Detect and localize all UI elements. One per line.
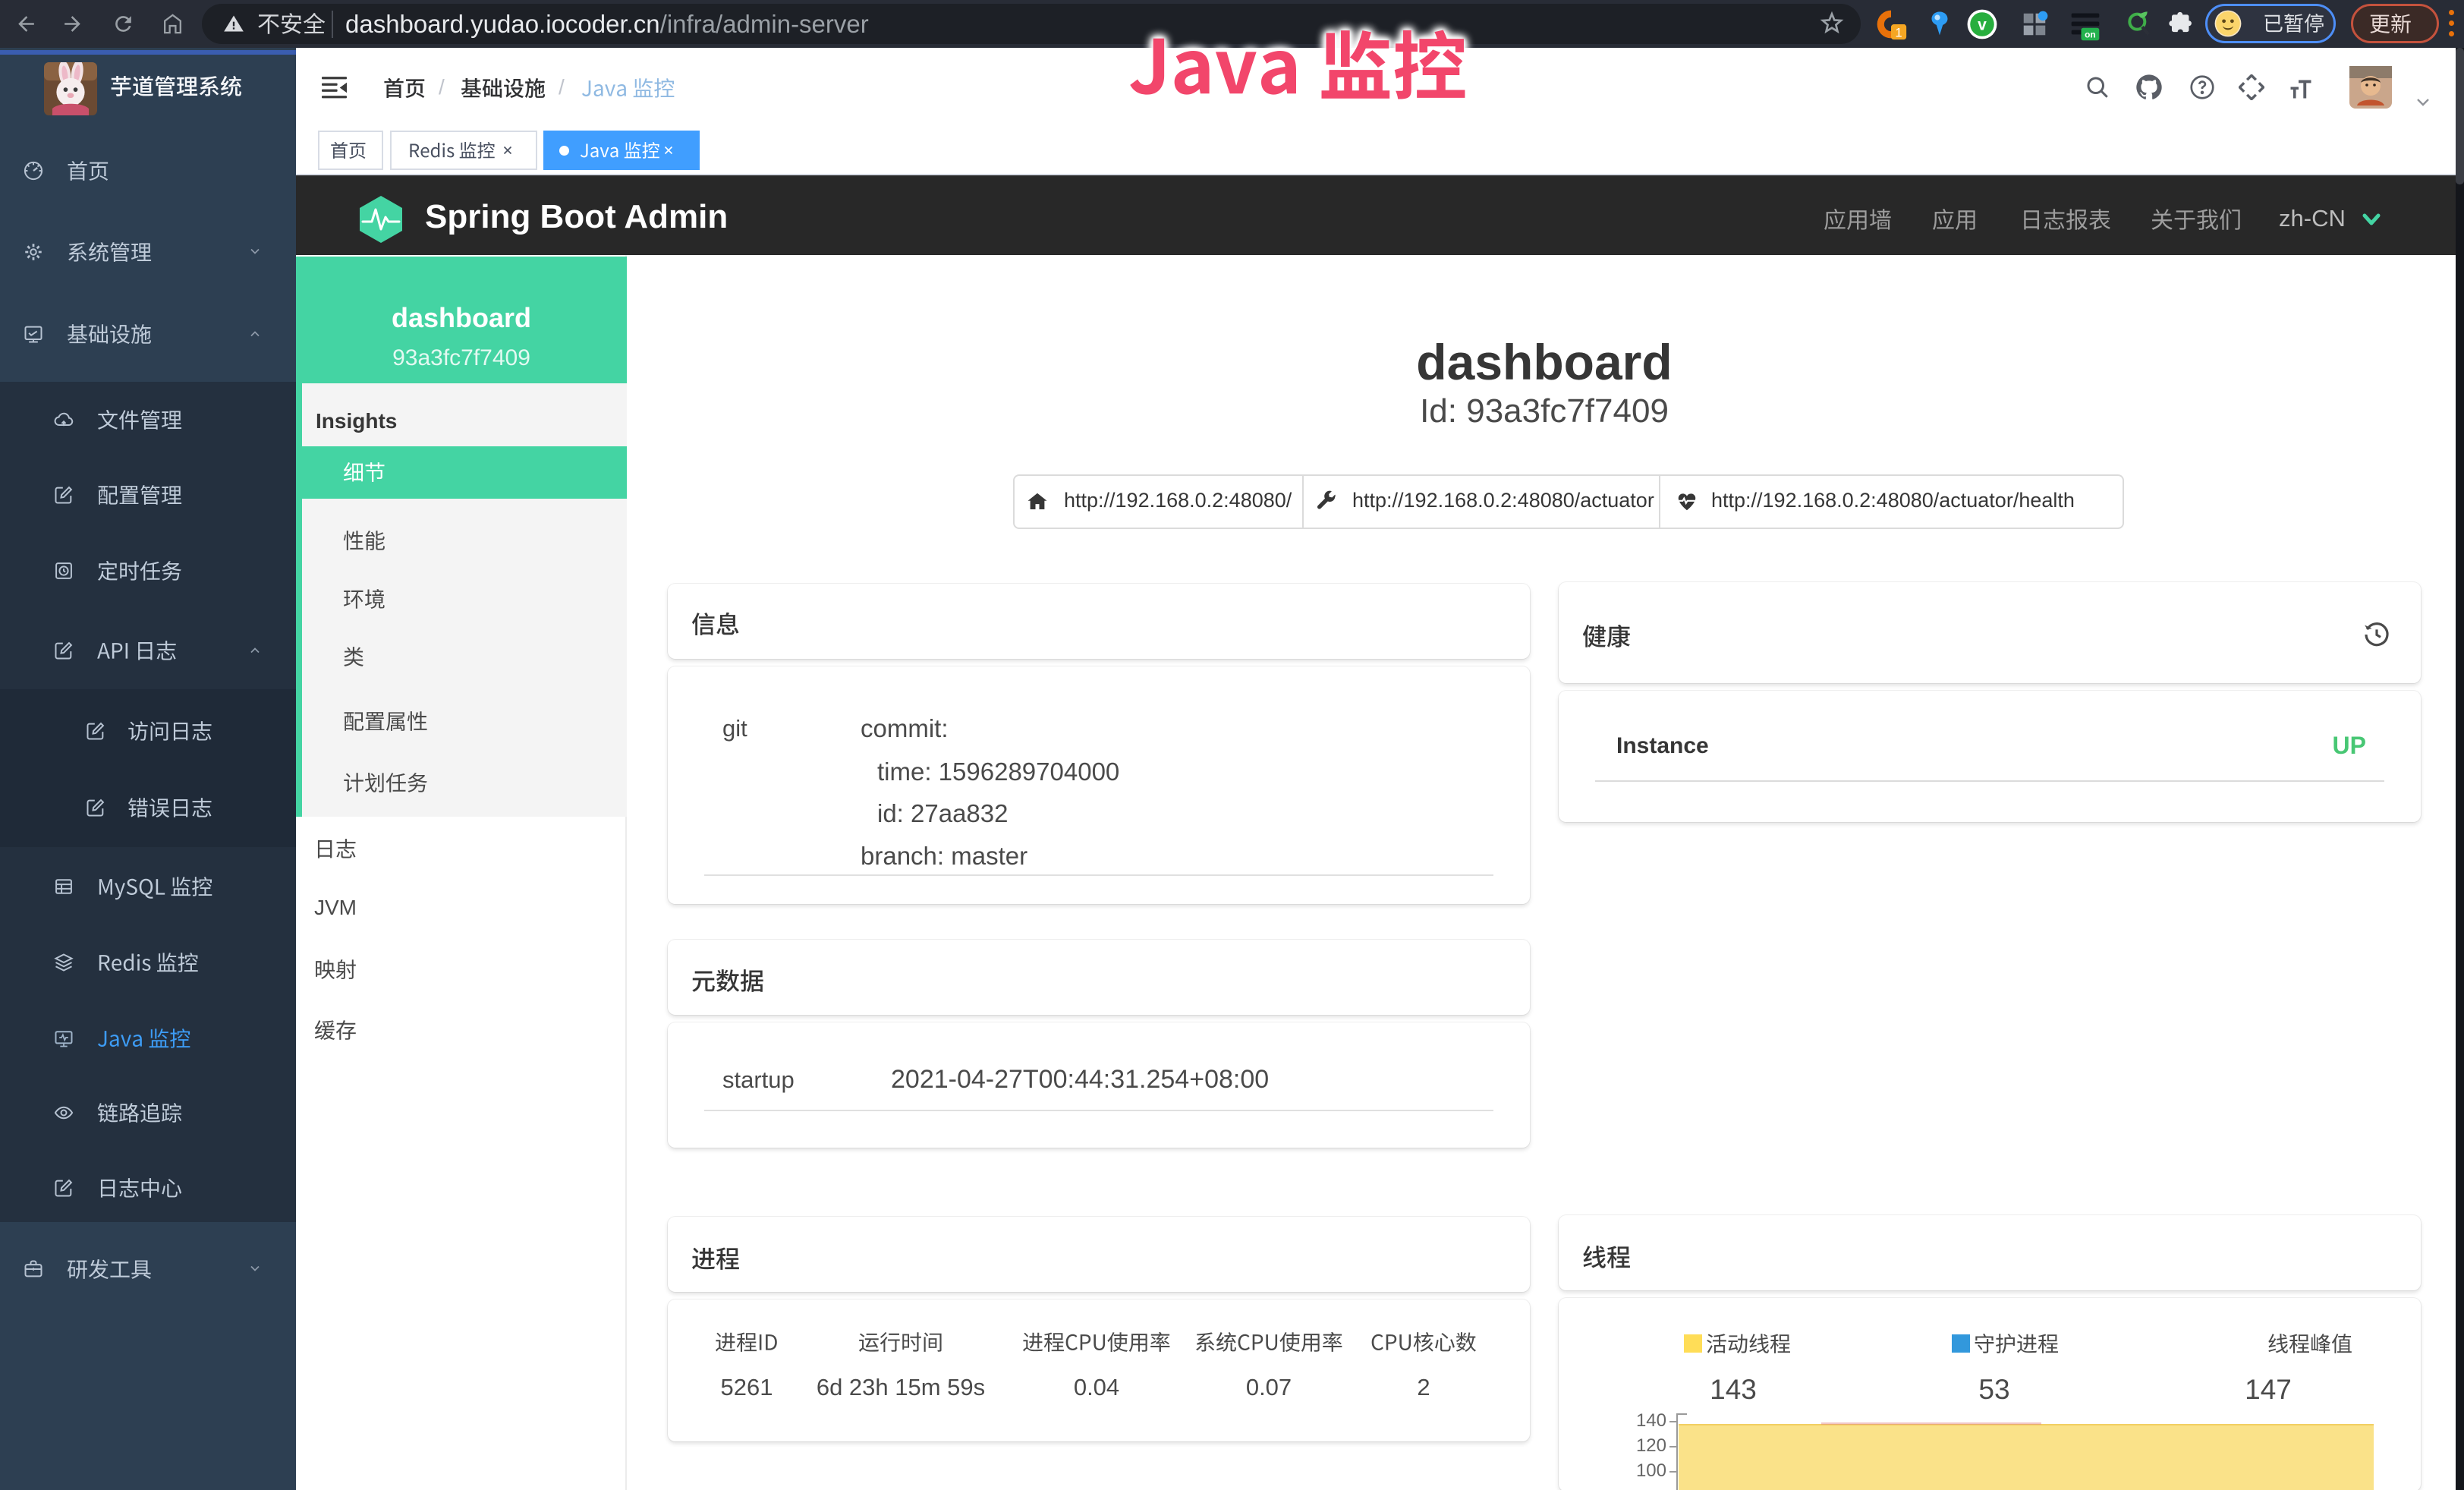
svg-text:1: 1	[1895, 27, 1902, 40]
svg-text:v: v	[1978, 17, 1987, 34]
svg-text:on: on	[2085, 30, 2096, 40]
